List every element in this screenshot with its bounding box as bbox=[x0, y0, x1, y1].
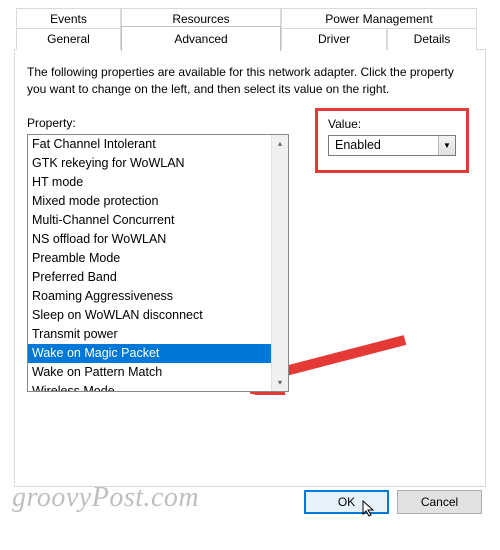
list-item[interactable]: Sleep on WoWLAN disconnect bbox=[28, 306, 271, 325]
triangle-down-icon: ▼ bbox=[443, 141, 451, 150]
scrollbar[interactable]: ▴ ▾ bbox=[271, 135, 288, 391]
tab-driver[interactable]: Driver bbox=[281, 28, 387, 50]
dialog-buttons: OK Cancel bbox=[304, 490, 482, 514]
scroll-up-button[interactable]: ▴ bbox=[272, 135, 288, 152]
property-label: Property: bbox=[27, 116, 289, 130]
list-item[interactable]: Preferred Band bbox=[28, 268, 271, 287]
list-item[interactable]: Wireless Mode bbox=[28, 382, 271, 391]
tab-advanced[interactable]: Advanced bbox=[121, 26, 281, 51]
property-listbox[interactable]: Fat Channel IntolerantGTK rekeying for W… bbox=[27, 134, 289, 392]
list-item[interactable]: Roaming Aggressiveness bbox=[28, 287, 271, 306]
tab-events[interactable]: Events bbox=[16, 8, 121, 29]
properties-dialog: Events Resources Power Management Genera… bbox=[0, 0, 500, 487]
list-item[interactable]: Preamble Mode bbox=[28, 249, 271, 268]
list-item[interactable]: Mixed mode protection bbox=[28, 192, 271, 211]
list-item[interactable]: Wake on Magic Packet bbox=[28, 344, 271, 363]
ok-button[interactable]: OK bbox=[304, 490, 389, 514]
tab-content-advanced: The following properties are available f… bbox=[14, 49, 486, 487]
dropdown-button[interactable]: ▼ bbox=[438, 136, 455, 155]
list-item[interactable]: Wake on Pattern Match bbox=[28, 363, 271, 382]
list-item[interactable]: Fat Channel Intolerant bbox=[28, 135, 271, 154]
scroll-down-button[interactable]: ▾ bbox=[272, 374, 288, 391]
scroll-track[interactable] bbox=[272, 152, 288, 374]
list-item[interactable]: Multi-Channel Concurrent bbox=[28, 211, 271, 230]
list-item[interactable]: NS offload for WoWLAN bbox=[28, 230, 271, 249]
list-item[interactable]: GTK rekeying for WoWLAN bbox=[28, 154, 271, 173]
description-text: The following properties are available f… bbox=[27, 64, 469, 98]
chevron-down-icon: ▾ bbox=[278, 378, 282, 387]
tab-general[interactable]: General bbox=[16, 28, 121, 50]
cancel-button[interactable]: Cancel bbox=[397, 490, 482, 514]
tab-details[interactable]: Details bbox=[387, 28, 477, 50]
value-highlight-box: Value: Enabled ▼ bbox=[315, 108, 469, 173]
value-label: Value: bbox=[328, 117, 456, 131]
value-dropdown[interactable]: Enabled ▼ bbox=[328, 135, 456, 156]
list-item[interactable]: Transmit power bbox=[28, 325, 271, 344]
tab-strip: Events Resources Power Management Genera… bbox=[14, 8, 486, 50]
list-item[interactable]: HT mode bbox=[28, 173, 271, 192]
value-selected: Enabled bbox=[329, 138, 438, 152]
chevron-up-icon: ▴ bbox=[278, 139, 282, 148]
tab-power-management[interactable]: Power Management bbox=[281, 8, 477, 29]
